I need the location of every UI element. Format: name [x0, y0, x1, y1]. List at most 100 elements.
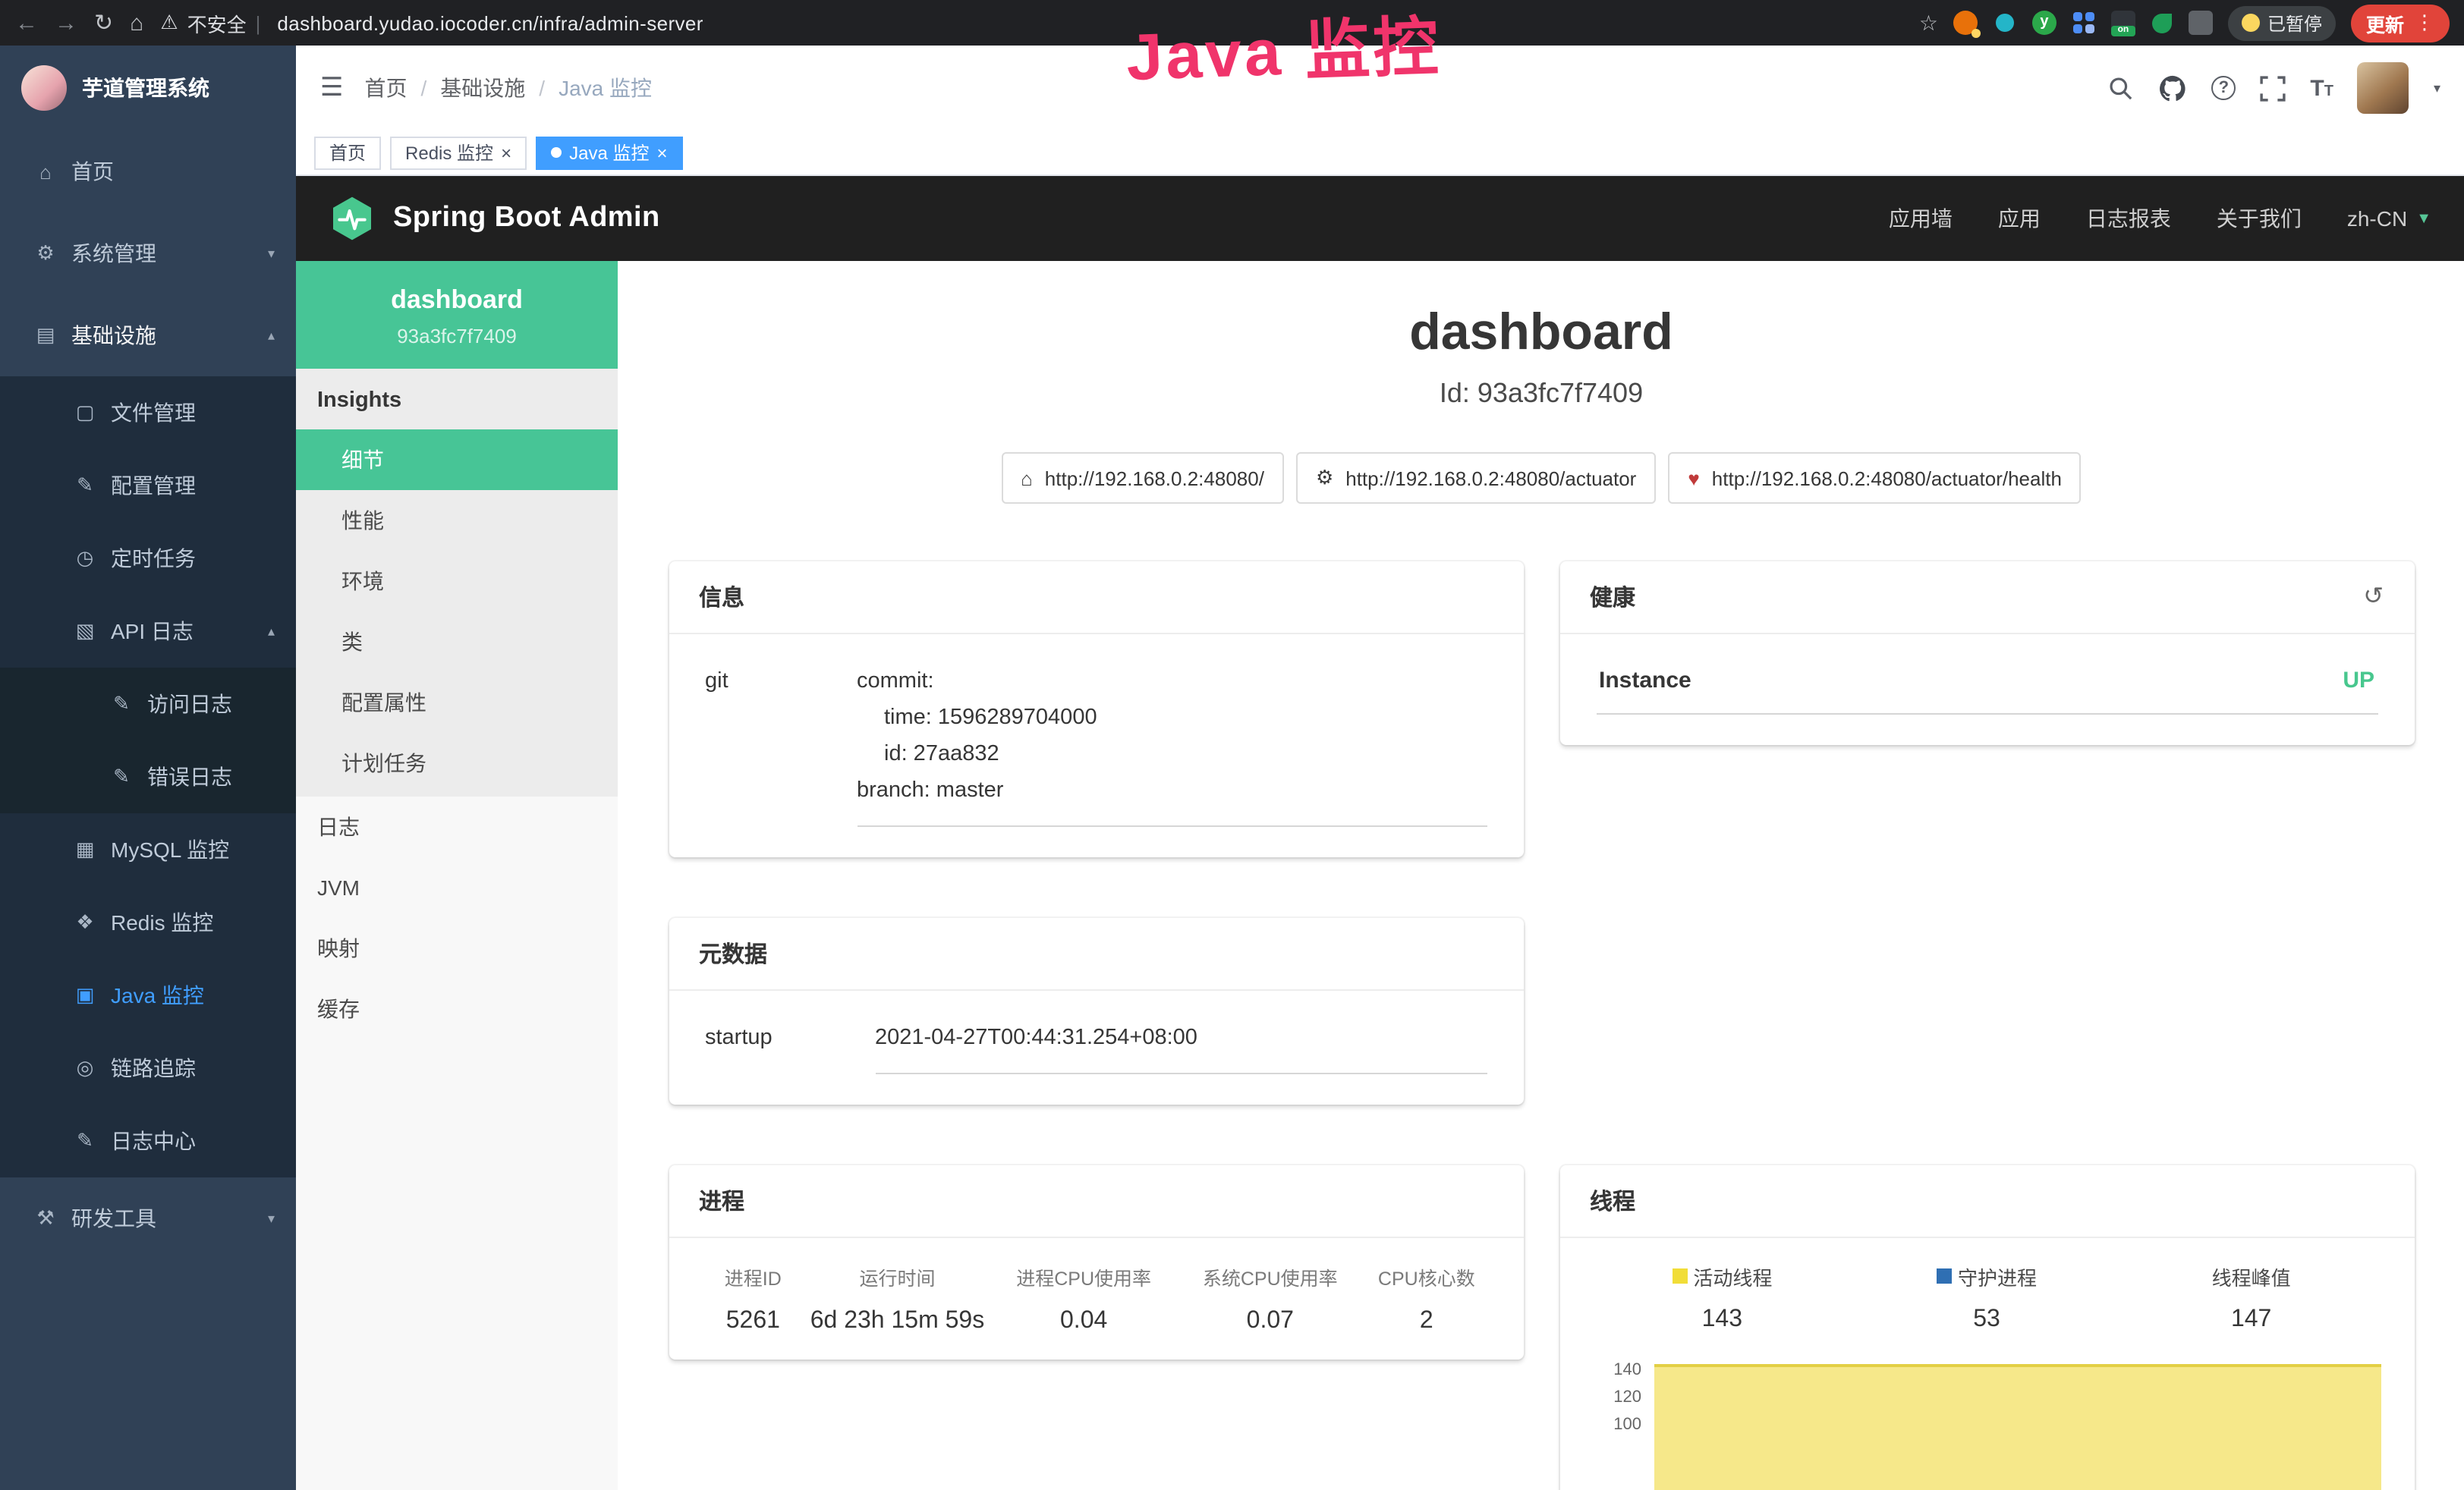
tab-redis-monitor[interactable]: Redis 监控: [390, 136, 527, 169]
chevron-down-icon: [268, 245, 275, 262]
search-icon[interactable]: [2108, 75, 2134, 101]
sidebar-item-log-center[interactable]: 日志中心: [0, 1105, 296, 1177]
extension-icon[interactable]: [2152, 13, 2172, 33]
extension-icon[interactable]: y: [2032, 11, 2056, 35]
back-icon[interactable]: ←: [15, 11, 38, 34]
extension-icon[interactable]: [1996, 14, 2014, 32]
threads-card: 线程 活动线程 14: [1559, 1165, 2414, 1490]
sba-locale-select[interactable]: zh-CN ▼: [2347, 206, 2431, 231]
sidebar-item-access-log[interactable]: 访问日志: [0, 668, 296, 740]
sba-item-jvm[interactable]: JVM: [296, 857, 618, 918]
infrastructure-icon: [33, 323, 58, 347]
active-dot: [551, 147, 562, 158]
api-log-icon: [73, 619, 97, 643]
info-card: 信息 git commit: time: 1596289704000 id: 2…: [669, 561, 1523, 857]
page-title: dashboard: [669, 303, 2414, 363]
sba-nav-about[interactable]: 关于我们: [2217, 203, 2302, 234]
sba-nav-journal[interactable]: 日志报表: [2086, 203, 2171, 234]
sba-item-configprops[interactable]: 配置属性: [296, 672, 618, 733]
tab-home[interactable]: 首页: [314, 136, 381, 169]
extension-icon[interactable]: [1953, 11, 1978, 35]
instance-header[interactable]: dashboard 93a3fc7f7409: [296, 261, 618, 369]
sba-item-logfile[interactable]: 日志: [296, 797, 618, 857]
edit-icon: [73, 473, 97, 498]
sba-item-mappings[interactable]: 映射: [296, 918, 618, 979]
health-icon: ♥: [1688, 467, 1699, 489]
sidebar-item-redis-monitor[interactable]: Redis 监控: [0, 886, 296, 959]
github-icon[interactable]: [2158, 74, 2187, 102]
extensions-puzzle-icon[interactable]: [2189, 11, 2213, 35]
sba-header: Spring Boot Admin 应用墙 应用 日志报表 关于我们 zh-CN…: [296, 176, 2464, 261]
instance-links: ⌂ http://192.168.0.2:48080/ ⚙ http://192…: [669, 452, 2414, 504]
forward-icon[interactable]: →: [55, 11, 77, 34]
tools-icon: [33, 1206, 58, 1231]
sba-item-scheduled[interactable]: 计划任务: [296, 733, 618, 794]
fullscreen-icon[interactable]: [2260, 75, 2286, 101]
sidebar-item-api-log[interactable]: API 日志: [0, 595, 296, 668]
area-series-active-threads: [1654, 1363, 2381, 1490]
breadcrumb-infra[interactable]: 基础设施: [440, 73, 525, 103]
health-url-link[interactable]: ♥ http://192.168.0.2:48080/actuator/heal…: [1668, 452, 2082, 504]
sba-nav-applications[interactable]: 应用: [1998, 203, 2041, 234]
card-title: 进程: [699, 1184, 744, 1216]
app-logo[interactable]: 芋道管理系统: [0, 46, 296, 130]
sba-sidebar: dashboard 93a3fc7f7409 Insights 细节 性能 环境…: [296, 261, 618, 1490]
actuator-url-link[interactable]: ⚙ http://192.168.0.2:48080/actuator: [1296, 452, 1656, 504]
sidebar-item-trace[interactable]: 链路追踪: [0, 1032, 296, 1105]
tab-java-monitor[interactable]: Java 监控: [536, 136, 682, 169]
sidebar-item-scheduled-job[interactable]: 定时任务: [0, 522, 296, 595]
legend-value: 143: [1590, 1306, 1855, 1333]
sidebar-item-config-manage[interactable]: 配置管理: [0, 449, 296, 522]
logo-image: [21, 65, 67, 111]
column-header: CPU核心数: [1361, 1262, 1493, 1290]
user-avatar[interactable]: [2358, 62, 2409, 114]
extension-icon[interactable]: [2072, 11, 2096, 35]
close-icon[interactable]: [656, 142, 667, 163]
sba-item-caches[interactable]: 缓存: [296, 979, 618, 1039]
help-icon[interactable]: ?: [2211, 76, 2236, 100]
instance-id: 93a3fc7f7409: [308, 325, 606, 347]
chevron-down-icon: ▾: [2434, 80, 2440, 96]
browser-menu-icon[interactable]: ⋮: [2415, 11, 2434, 35]
reload-icon[interactable]: ↻: [94, 11, 113, 34]
font-size-icon[interactable]: TT: [2310, 77, 2333, 99]
sidebar-item-dev-tools[interactable]: 研发工具: [0, 1177, 296, 1259]
sba-nav-wall[interactable]: 应用墙: [1889, 203, 1953, 234]
collapse-sidebar-icon[interactable]: ☰: [320, 73, 344, 103]
file-icon: [73, 401, 97, 425]
sba-item-details[interactable]: 细节: [296, 429, 618, 490]
sidebar-item-system[interactable]: 系统管理: [0, 212, 296, 294]
history-icon[interactable]: ↺: [2363, 585, 2384, 609]
service-url-link[interactable]: ⌂ http://192.168.0.2:48080/: [1001, 452, 1284, 504]
metadata-label: startup: [705, 1020, 875, 1073]
paused-badge[interactable]: 已暂停: [2228, 5, 2336, 40]
sidebar-item-home[interactable]: 首页: [0, 130, 296, 212]
app-title: 芋道管理系统: [82, 73, 209, 103]
extension-icon[interactable]: on: [2111, 11, 2135, 35]
bookmark-star-icon[interactable]: ☆: [1919, 10, 1938, 36]
trace-icon: [73, 1056, 97, 1080]
close-icon[interactable]: [501, 142, 511, 163]
breadcrumb-home[interactable]: 首页: [365, 73, 408, 103]
status-badge: UP: [2343, 668, 2374, 693]
address-bar[interactable]: dashboard.yudao.iocoder.cn/infra/admin-s…: [277, 11, 703, 34]
sba-item-env[interactable]: 环境: [296, 551, 618, 611]
metadata-value: 2021-04-27T00:44:31.254+08:00: [875, 1020, 1487, 1073]
update-button[interactable]: 更新 ⋮: [2351, 4, 2450, 42]
sidebar-item-infra[interactable]: 基础设施: [0, 294, 296, 376]
sba-item-classes[interactable]: 类: [296, 611, 618, 672]
sidebar-item-java-monitor[interactable]: Java 监控: [0, 959, 296, 1032]
site-security-chip[interactable]: ⚠ 不安全 |: [160, 8, 260, 37]
sidebar-item-mysql-monitor[interactable]: MySQL 监控: [0, 813, 296, 886]
mysql-icon: [73, 838, 97, 862]
card-title: 信息: [699, 581, 744, 613]
sidebar-item-error-log[interactable]: 错误日志: [0, 740, 296, 813]
smiley-icon: [2242, 14, 2260, 32]
sidebar-item-file-manage[interactable]: 文件管理: [0, 376, 296, 449]
column-header: 进程ID: [699, 1262, 807, 1290]
gear-icon: [33, 241, 58, 266]
sba-item-metrics[interactable]: 性能: [296, 490, 618, 551]
browser-home-icon[interactable]: ⌂: [130, 11, 143, 34]
chevron-down-icon: ▼: [2416, 210, 2431, 227]
tag-bar: 首页 Redis 监控 Java 监控: [296, 130, 2464, 176]
